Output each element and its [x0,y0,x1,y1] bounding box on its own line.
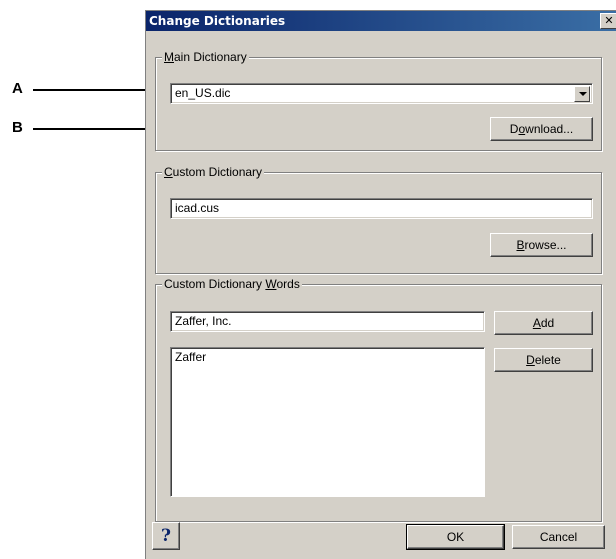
custom-words-legend: Custom Dictionary Words [162,277,302,291]
cancel-button[interactable]: Cancel [512,525,605,549]
browse-button[interactable]: Browse... [490,233,593,257]
custom-words-list[interactable]: Zaffer [170,347,485,497]
close-icon: ✕ [604,14,614,27]
help-button[interactable]: ? [152,522,180,550]
delete-button[interactable]: Delete [494,348,593,372]
custom-word-input[interactable]: Zaffer, Inc. [170,311,485,332]
callout-label-a: A [12,80,23,97]
main-dictionary-legend: Main Dictionary [162,50,249,64]
change-dictionaries-dialog: Change Dictionaries ✕ Main Dictionary en… [145,10,616,559]
help-icon: ? [161,526,171,546]
main-dictionary-select[interactable]: en_US.dic [170,83,593,104]
custom-dictionary-value: icad.cus [175,201,220,215]
main-dictionary-selected-value: en_US.dic [175,86,231,100]
add-button[interactable]: Add [494,311,593,335]
dialog-titlebar: Change Dictionaries ✕ [146,11,616,31]
download-button[interactable]: Download... [490,117,593,141]
custom-dictionary-legend: Custom Dictionary [162,165,265,179]
dialog-title: Change Dictionaries [149,14,286,28]
callout-label-b: B [12,119,23,136]
custom-dictionary-group: Custom Dictionary [155,165,602,274]
custom-dictionary-field[interactable]: icad.cus [170,198,593,219]
ok-button[interactable]: OK [406,524,505,550]
custom-word-input-value: Zaffer, Inc. [175,314,232,328]
list-item[interactable]: Zaffer [175,350,480,365]
close-button[interactable]: ✕ [600,13,616,29]
chevron-down-icon[interactable] [574,86,590,102]
